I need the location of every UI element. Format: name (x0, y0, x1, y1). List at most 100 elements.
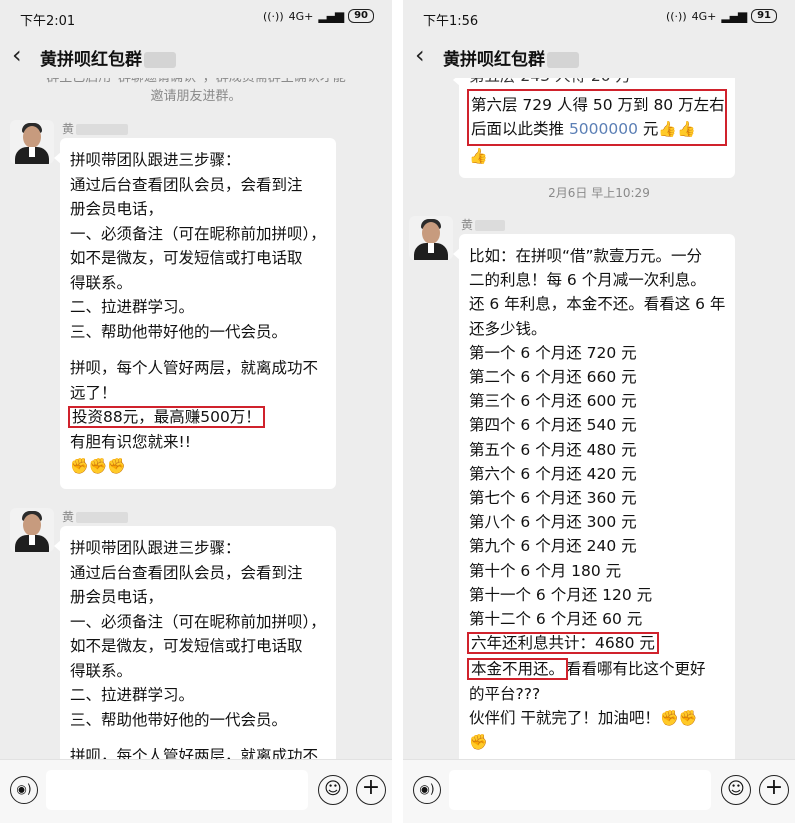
fist-emoji-icon: ✊ (659, 708, 679, 727)
message-line: 拼呗，每个人管好两层，就离成功不 (70, 359, 319, 377)
system-line: 邀请朋友进群。 (150, 89, 242, 104)
thumbs-up-emoji-icon: 👍 (677, 120, 696, 138)
message-line: 后面以此类推 (471, 120, 569, 138)
payment-line: 第二个 6 个月还 660 元 (469, 368, 637, 387)
payment-line: 第四个 6 个月还 540 元 (469, 416, 637, 435)
battery-indicator: 90 (348, 9, 374, 23)
message-line: 拼呗带团队跟进三步骤： (70, 151, 241, 169)
thumbs-up-emoji-icon: 👍 (658, 120, 678, 138)
chat-title: 黄拼呗红包群 (443, 45, 579, 70)
message-line: 元 (637, 120, 659, 138)
message-line: 看看哪有比这个更好 (566, 660, 706, 679)
message-line: 第五层 243 人得 20 万 (469, 78, 725, 89)
voice-icon[interactable]: ◉) (413, 776, 441, 804)
message-bubble[interactable]: 拼呗带团队跟进三步骤： 通过后台查看团队会员，会看到注 册会员电话， 一、必须备… (54, 526, 336, 759)
status-icons: ((·)) 4G+ ▂▄▆ 90 (263, 9, 374, 23)
message-bubble[interactable]: 第五层 243 人得 20 万 第六层 729 人得 50 万到 80 万左右 … (453, 78, 735, 178)
payment-line: 第九个 6 个月还 240 元 (469, 537, 637, 556)
message-line: 册会员电话， (70, 200, 164, 218)
wifi-icon: ((·)) (665, 9, 687, 23)
fist-emoji-icon: ✊ (107, 457, 127, 475)
voice-icon[interactable]: ◉) (10, 776, 38, 804)
message-line: 如不是微友，可发短信或打电话取 (70, 637, 303, 655)
timestamp: 2月6日 早上10:29 (548, 186, 650, 200)
message-line: 还多少钱。 (469, 319, 547, 338)
emoji-icon[interactable]: ☺ (721, 775, 751, 805)
left-chat-screen: 下午2:01 ((·)) 4G+ ▂▄▆ 90 ‹ 黄拼呗红包群 群主已启用“群… (0, 0, 392, 823)
fist-emoji-icon: ✊ (70, 457, 89, 475)
payment-line: 第五个 6 个月还 480 元 (469, 440, 637, 459)
highlighted-total-line: 六年还利息共计：4680 元 (467, 632, 659, 655)
message-bubble[interactable]: 比如：在拼呗“借”款壹万元。一分 二的利息！每 6 个月减一次利息。 还 6 年… (453, 234, 735, 759)
chat-area[interactable]: 第五层 243 人得 20 万 第六层 729 人得 50 万到 80 万左右 … (403, 78, 795, 759)
sender-name: 黄 (62, 508, 129, 525)
fist-emoji-icon: ✊ (678, 708, 698, 727)
payment-line: 第一个 6 个月还 720 元 (469, 343, 637, 362)
payment-line: 第八个 6 个月还 300 元 (469, 513, 637, 532)
avatar[interactable] (10, 120, 54, 164)
amount-link[interactable]: 5000000 (569, 120, 638, 138)
highlighted-principal-text: 本金不用还。 (466, 658, 569, 681)
message-line: 得联系。 (70, 273, 133, 292)
message-line: 比如：在拼呗“借”款壹万元。一分 (469, 247, 703, 265)
nav-bar: ‹ 黄拼呗红包群 (403, 34, 795, 78)
message-line: 通过后台查看团队会员，会看到注 (70, 175, 303, 194)
message-line: 三、帮助他带好他的一代会员。 (70, 710, 288, 729)
message-input[interactable] (46, 770, 308, 810)
message-line: 拼呗，每个人管好两层，就离成功不 (70, 747, 319, 759)
message-input[interactable] (449, 770, 711, 810)
payment-line: 第十个 6 个月 180 元 (469, 561, 622, 580)
network-type: 4G+ (691, 9, 717, 23)
plus-icon[interactable]: + (759, 775, 789, 805)
message-line: 伙伴们 干就完了！加油吧！ (469, 708, 660, 727)
status-time: 下午2:01 (20, 14, 76, 29)
wifi-icon: ((·)) (262, 9, 284, 23)
message-line: 二、拉进群学习。 (70, 686, 195, 704)
battery-indicator: 91 (751, 9, 777, 23)
system-message: 群主已启用“群聊邀请确认”，群成员需群主确认才能 邀请朋友进群。 (0, 78, 392, 106)
message-line: 一、必须备注（可在昵称前加拼呗）， (70, 612, 326, 631)
input-bar: ◉) ☺ + (403, 759, 795, 823)
fist-emoji-icon: ✊ (469, 733, 488, 752)
message-line: 有胆有识您就来!! (70, 432, 191, 451)
message-line: 的平台??? (469, 684, 541, 703)
message-line: 第六层 729 人得 50 万到 80 万左右 (471, 95, 725, 114)
message-line: 册会员电话， (70, 588, 164, 606)
message-bubble[interactable]: 拼呗带团队跟进三步骤： 通过后台查看团队会员，会看到注 册会员电话， 一、必须备… (54, 138, 336, 489)
right-chat-screen: 下午1:56 ((·)) 4G+ ▂▄▆ 91 ‹ 黄拼呗红包群 第五层 243… (403, 0, 795, 823)
signal-icon: ▂▄▆ (721, 9, 747, 23)
chat-title: 黄拼呗红包群 (40, 45, 176, 70)
status-bar: 下午2:01 ((·)) 4G+ ▂▄▆ 90 (0, 0, 392, 34)
signal-icon: ▂▄▆ (318, 9, 344, 23)
sender-name: 黄 (62, 120, 129, 137)
payment-line: 第三个 6 个月还 600 元 (469, 392, 637, 411)
message-line: 二、拉进群学习。 (70, 298, 195, 316)
message-line: 一、必须备注（可在昵称前加拼呗）， (70, 224, 326, 243)
avatar[interactable] (10, 508, 54, 552)
message-line: 还 6 年利息，本金不还。看看这 6 年 (469, 295, 726, 314)
message-line: 远了！ (70, 383, 117, 402)
message-line: 得联系。 (70, 661, 133, 680)
status-bar: 下午1:56 ((·)) 4G+ ▂▄▆ 91 (403, 0, 795, 34)
message-line: 三、帮助他带好他的一代会员。 (70, 322, 288, 341)
chat-area[interactable]: 群主已启用“群聊邀请确认”，群成员需群主确认才能 邀请朋友进群。 黄 拼呗带团队… (0, 78, 392, 759)
message-line: 如不是微友，可发短信或打电话取 (70, 249, 303, 267)
payment-line: 第十二个 6 个月还 60 元 (469, 610, 643, 629)
status-icons: ((·)) 4G+ ▂▄▆ 91 (666, 9, 777, 23)
emoji-icon[interactable]: ☺ (318, 775, 348, 805)
payment-line: 第十一个 6 个月还 120 元 (469, 585, 653, 604)
highlighted-investment-line: 投资88元，最高赚500万！ (68, 406, 265, 428)
status-time: 下午1:56 (423, 14, 479, 29)
emoji-row: ✊✊✊ (70, 454, 326, 479)
chevron-left-icon[interactable]: ‹ (12, 42, 22, 68)
message-line: 拼呗带团队跟进三步骤： (70, 539, 241, 557)
input-bar: ◉) ☺ + (0, 759, 392, 823)
chevron-left-icon[interactable]: ‹ (415, 42, 425, 68)
avatar[interactable] (409, 216, 453, 260)
payment-line: 第七个 6 个月还 360 元 (469, 489, 637, 508)
blurred-title-suffix (144, 52, 176, 68)
thumbs-up-emoji-icon: 👍 (469, 146, 488, 165)
message-line: 通过后台查看团队会员，会看到注 (70, 563, 303, 582)
sender-name: 黄 (461, 216, 506, 233)
plus-icon[interactable]: + (356, 775, 386, 805)
